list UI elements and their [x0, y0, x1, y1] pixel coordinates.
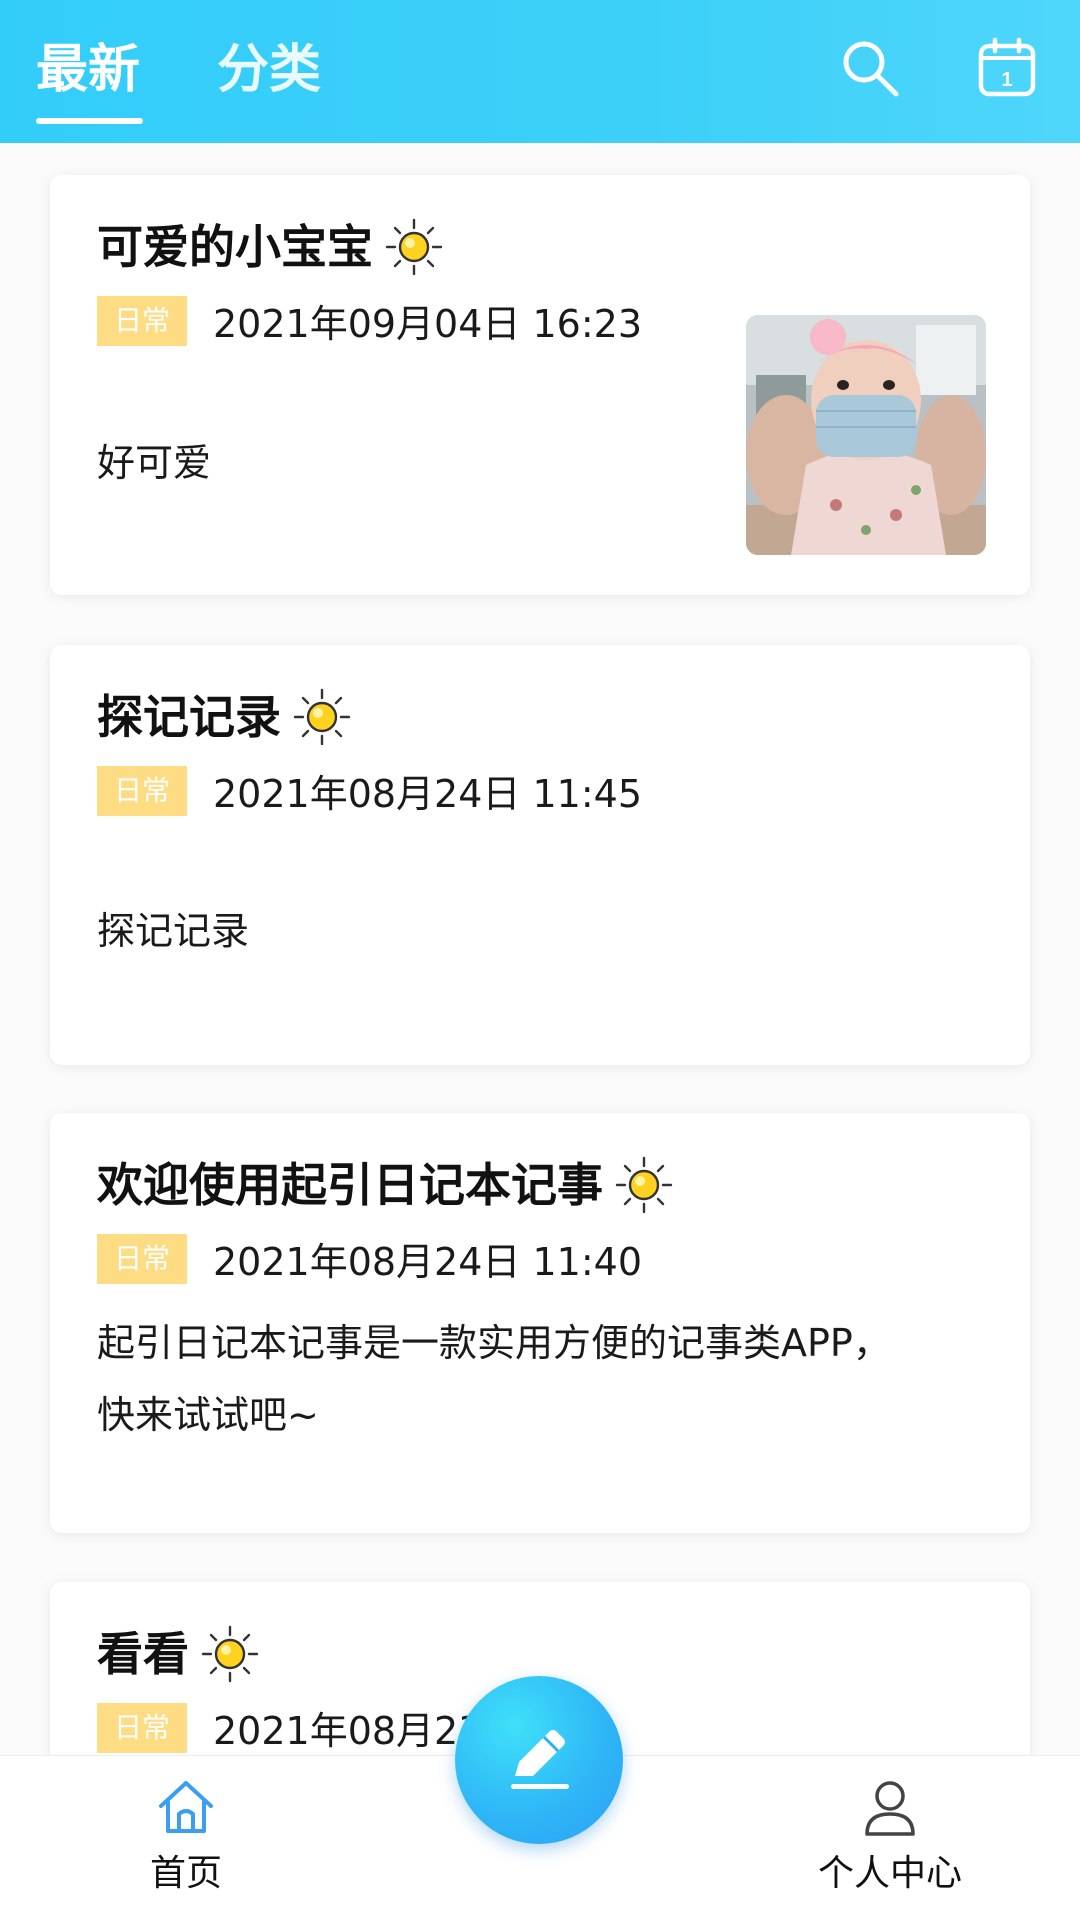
home-icon [159, 1781, 213, 1833]
category-tag: 日常 [97, 295, 187, 346]
entry-title-row: 欢迎使用起引日记本记事 [97, 1155, 673, 1215]
entry-photo-thumbnail[interactable] [746, 315, 986, 555]
category-tag: 日常 [97, 765, 187, 816]
sun-icon [201, 1625, 259, 1682]
entry-title: 欢迎使用起引日记本记事 [97, 1158, 603, 1212]
calendar-icon[interactable]: 1 [975, 36, 1039, 100]
nav-home[interactable]: 首页 [106, 1776, 266, 1896]
entry-body: 探记记录 [97, 909, 250, 953]
entry-title: 探记记录 [97, 690, 281, 744]
category-tag: 日常 [97, 1233, 187, 1284]
search-icon[interactable] [838, 36, 902, 100]
tab-category[interactable]: 分类 [217, 40, 321, 100]
tab-latest[interactable]: 最新 [36, 40, 140, 100]
entry-meta: 日常 2021年09月04日 16:23 [97, 293, 642, 346]
edit-pencil-icon [511, 1730, 569, 1789]
diary-card[interactable]: 可爱的小宝宝 日常 2021年09月04日 16:23 好可爱 [50, 175, 1030, 595]
nav-profile[interactable]: 个人中心 [810, 1776, 970, 1896]
entry-title: 看看 [97, 1627, 189, 1681]
sun-icon [293, 688, 351, 745]
new-entry-button[interactable] [455, 1676, 623, 1844]
entry-body-line: 起引日记本记事是一款实用方便的记事类APP， [97, 1321, 891, 1365]
diary-card[interactable]: 欢迎使用起引日记本记事 日常 2021年08月24日 11:40 起引日记本记事是… [50, 1113, 1030, 1533]
active-tab-indicator [36, 118, 143, 124]
entry-date: 2021年08月24日 11:45 [213, 772, 643, 816]
entry-body-line: 快来试试吧~ [97, 1393, 319, 1437]
nav-profile-label: 个人中心 [817, 1853, 962, 1894]
entry-title: 可爱的小宝宝 [97, 220, 373, 274]
entry-meta: 日常 2021年08月23 [97, 1700, 482, 1753]
entry-title-row: 可爱的小宝宝 [97, 217, 443, 277]
entry-date: 2021年09月04日 16:23 [213, 302, 643, 346]
entry-meta: 日常 2021年08月24日 11:40 [97, 1231, 642, 1284]
top-app-bar: 最新 分类 1 [0, 0, 1080, 143]
category-tag: 日常 [97, 1702, 187, 1753]
diary-card[interactable]: 探记记录 日常 2021年08月24日 11:45 探记记录 [50, 645, 1030, 1065]
entry-meta: 日常 2021年08月24日 11:45 [97, 763, 642, 816]
sun-icon [615, 1156, 673, 1213]
user-icon [865, 1781, 915, 1836]
entry-title-row: 探记记录 [97, 687, 351, 747]
entry-body: 起引日记本记事是一款实用方便的记事类APP， 快来试试吧~ [97, 1307, 977, 1451]
app-root: 最新 分类 1 可爱的小宝宝 日常 2021年09月04日 16:23 好可爱 … [0, 0, 1080, 1920]
entry-date: 2021年08月23 [213, 1709, 483, 1753]
sun-icon [385, 218, 443, 275]
entry-title-row: 看看 [97, 1624, 259, 1684]
entry-date: 2021年08月24日 11:40 [213, 1240, 643, 1284]
calendar-day-number: 1 [1001, 69, 1012, 91]
nav-home-label: 首页 [149, 1853, 222, 1894]
